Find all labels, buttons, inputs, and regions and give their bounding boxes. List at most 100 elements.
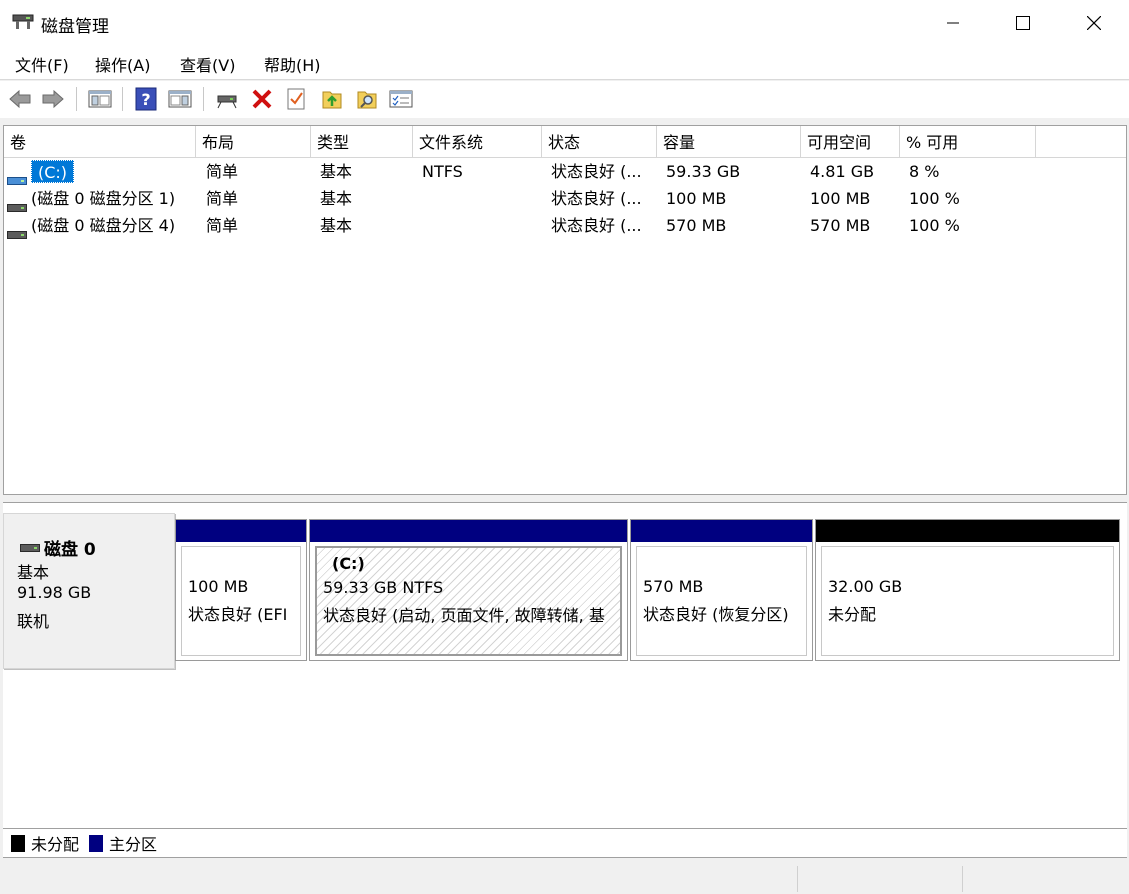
- volume-list: 卷 布局 类型 文件系统 状态 容量 可用空间 % 可用 (C:) 简单 基本 …: [3, 125, 1127, 495]
- partition-c[interactable]: (C:) 59.33 GB NTFS 状态良好 (启动, 页面文件, 故障转储,…: [309, 519, 628, 661]
- partition-body-selected: (C:) 59.33 GB NTFS 状态良好 (启动, 页面文件, 故障转储,…: [315, 546, 622, 656]
- properties-icon[interactable]: [389, 87, 413, 111]
- volume-name: (磁盘 0 磁盘分区 1): [31, 189, 176, 208]
- table-row[interactable]: (C:) 简单 基本 NTFS 状态良好 (... 59.33 GB 4.81 …: [4, 158, 1126, 185]
- volume-type: 基本: [320, 189, 353, 208]
- partition-size: 570 MB: [643, 577, 704, 596]
- toolbar-separator: [122, 87, 123, 111]
- legend-item-primary: 主分区: [89, 831, 157, 855]
- back-arrow-icon[interactable]: [8, 87, 32, 111]
- minimize-button[interactable]: [918, 0, 988, 46]
- pane-splitter[interactable]: [3, 495, 1127, 503]
- partition-type-bar: [816, 520, 1119, 542]
- partition-size: 59.33 GB NTFS: [323, 578, 444, 597]
- toolbar-separator: [203, 87, 204, 111]
- volume-percent-free: 100 %: [909, 189, 960, 208]
- partition-size: 100 MB: [188, 577, 249, 596]
- legend-swatch: [89, 834, 104, 852]
- status-bar: [0, 862, 1129, 894]
- help-icon[interactable]: ?: [134, 87, 158, 111]
- forward-arrow-icon[interactable]: [41, 87, 65, 111]
- partition-type-bar: [176, 520, 306, 542]
- disk-info-panel[interactable]: 磁盘 0 基本 91.98 GB 联机: [3, 513, 175, 669]
- drive-icon: [7, 167, 27, 185]
- partition-status: 状态良好 (EFI: [188, 605, 288, 624]
- disk-name: 磁盘 0: [44, 540, 96, 560]
- column-header-percent-free[interactable]: % 可用: [900, 126, 1036, 157]
- column-header-filesystem[interactable]: 文件系统: [413, 126, 542, 157]
- svg-text:?: ?: [141, 90, 150, 109]
- show-hide-action-pane-icon[interactable]: [168, 87, 192, 111]
- menu-view[interactable]: 查看(V): [180, 52, 235, 76]
- volume-layout: 简单: [206, 162, 239, 181]
- partition-recovery[interactable]: 570 MB 状态良好 (恢复分区): [630, 519, 813, 661]
- table-row[interactable]: (磁盘 0 磁盘分区 4) 简单 基本 状态良好 (... 570 MB 570…: [4, 212, 1126, 239]
- partition-unallocated[interactable]: 32.00 GB 未分配: [815, 519, 1120, 661]
- partition-efi[interactable]: 100 MB 状态良好 (EFI: [175, 519, 307, 661]
- toolbar: ?: [0, 81, 1129, 118]
- title-bar: 磁盘管理: [0, 0, 1129, 46]
- partition-status: 状态良好 (启动, 页面文件, 故障转储, 基: [323, 606, 605, 625]
- drive-icon: [7, 194, 27, 212]
- column-header-status[interactable]: 状态: [542, 126, 657, 157]
- disk-name-row: 磁盘 0: [20, 535, 96, 560]
- legend: 未分配 主分区: [3, 828, 1127, 858]
- volume-name: (磁盘 0 磁盘分区 4): [31, 216, 176, 235]
- volume-name-cell: (磁盘 0 磁盘分区 1): [7, 185, 197, 212]
- volume-capacity: 100 MB: [666, 189, 727, 208]
- export-list-icon[interactable]: [320, 87, 344, 111]
- volume-capacity: 570 MB: [666, 216, 727, 235]
- disk-icon: [20, 538, 40, 558]
- volume-layout: 简单: [206, 216, 239, 235]
- close-button[interactable]: [1059, 0, 1129, 46]
- volume-free-space: 4.81 GB: [810, 162, 875, 181]
- partition-status: 状态良好 (恢复分区): [643, 605, 789, 624]
- column-header-type[interactable]: 类型: [311, 126, 413, 157]
- window-title: 磁盘管理: [41, 17, 109, 37]
- status-divider: [962, 866, 963, 892]
- menu-action[interactable]: 操作(A): [95, 52, 150, 76]
- connect-disk-icon[interactable]: [215, 87, 239, 111]
- menu-file[interactable]: 文件(F): [15, 52, 69, 76]
- volume-name-cell: (C:): [7, 158, 197, 185]
- status-divider: [797, 866, 798, 892]
- show-hide-console-tree-icon[interactable]: [88, 87, 112, 111]
- volume-type: 基本: [320, 162, 353, 181]
- volume-capacity: 59.33 GB: [666, 162, 741, 181]
- partition-label: (C:): [332, 554, 365, 573]
- volume-status: 状态良好 (...: [551, 162, 642, 181]
- column-header-capacity[interactable]: 容量: [657, 126, 801, 157]
- disk-size: 91.98 GB: [17, 583, 92, 602]
- partition-type-bar: [310, 520, 627, 542]
- partition-body: 32.00 GB 未分配: [821, 546, 1114, 656]
- disk-kind: 基本: [17, 563, 50, 582]
- table-row[interactable]: (磁盘 0 磁盘分区 1) 简单 基本 状态良好 (... 100 MB 100…: [4, 185, 1126, 212]
- disk-state: 联机: [17, 612, 50, 631]
- drive-icon: [7, 221, 27, 239]
- legend-label: 主分区: [109, 835, 158, 854]
- partition-type-bar: [631, 520, 812, 542]
- volume-status: 状态良好 (...: [551, 189, 642, 208]
- search-folder-icon[interactable]: [355, 87, 379, 111]
- volume-free-space: 100 MB: [810, 189, 871, 208]
- maximize-button[interactable]: [988, 0, 1058, 46]
- volume-free-space: 570 MB: [810, 216, 871, 235]
- delete-icon[interactable]: [250, 87, 274, 111]
- volume-percent-free: 100 %: [909, 216, 960, 235]
- checklist-icon[interactable]: [284, 87, 308, 111]
- legend-item-unallocated: 未分配: [11, 831, 79, 855]
- menu-bar: 文件(F) 操作(A) 查看(V) 帮助(H): [0, 46, 1129, 80]
- partition-size: 32.00 GB: [828, 577, 903, 596]
- column-header-volume[interactable]: 卷: [4, 126, 196, 157]
- volume-layout: 简单: [206, 189, 239, 208]
- volume-percent-free: 8 %: [909, 162, 940, 181]
- volume-name: (C:): [31, 160, 75, 183]
- volume-name-cell: (磁盘 0 磁盘分区 4): [7, 212, 197, 239]
- partition-body: 570 MB 状态良好 (恢复分区): [636, 546, 807, 656]
- column-header-free-space[interactable]: 可用空间: [801, 126, 900, 157]
- column-header-layout[interactable]: 布局: [196, 126, 311, 157]
- legend-label: 未分配: [31, 835, 80, 854]
- menu-help[interactable]: 帮助(H): [264, 52, 321, 76]
- volume-type: 基本: [320, 216, 353, 235]
- partition-status: 未分配: [828, 605, 877, 624]
